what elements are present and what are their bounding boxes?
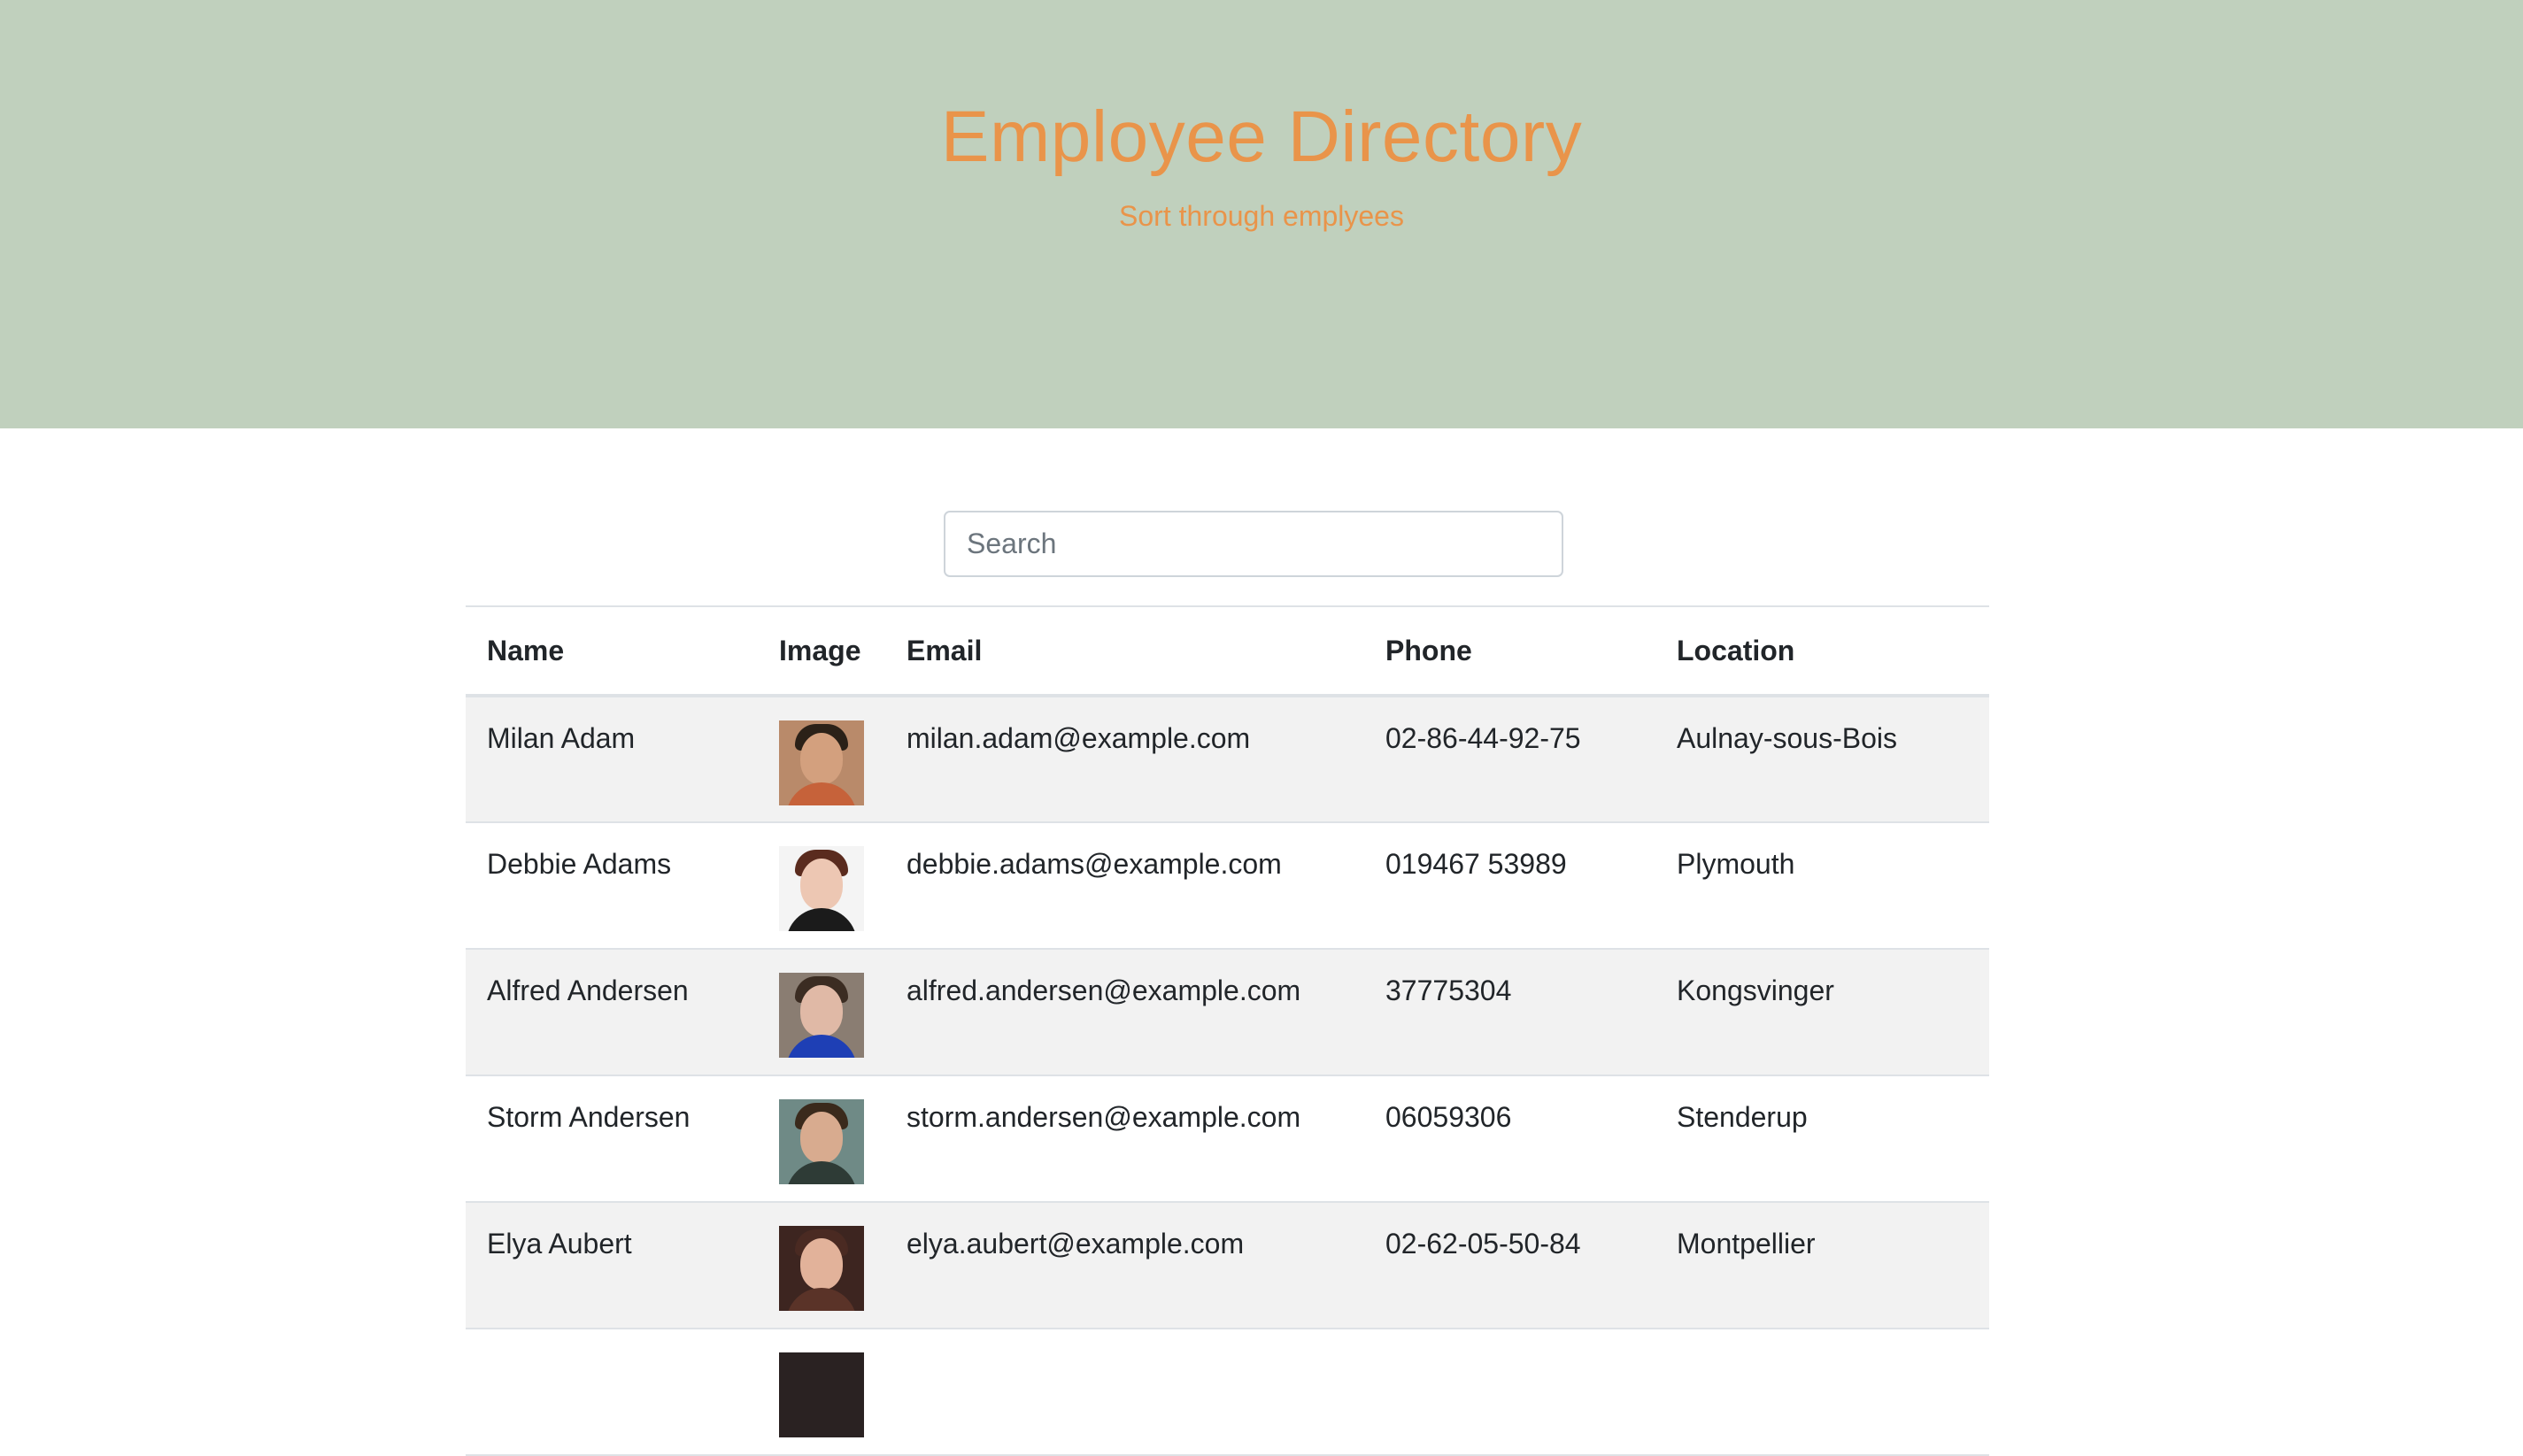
- column-header-location[interactable]: Location: [1655, 605, 1989, 697]
- employee-name: Debbie Adams: [487, 848, 672, 880]
- employee-phone: 37775304: [1385, 975, 1512, 1006]
- employee-phone: 02-62-05-50-84: [1385, 1228, 1581, 1260]
- page-subtitle: Sort through emplyees: [1119, 200, 1404, 232]
- employee-email: storm.andersen@example.com: [907, 1101, 1301, 1133]
- employee-location: Plymouth: [1677, 848, 1795, 880]
- employee-email: debbie.adams@example.com: [907, 848, 1282, 880]
- employee-name: Alfred Andersen: [487, 975, 689, 1006]
- column-header-phone[interactable]: Phone: [1364, 605, 1655, 697]
- employee-table: Name Image Email Phone Location Milan Ad…: [466, 605, 1989, 1456]
- table-row: Elya Aubert elya.aubert@example.com 02-6…: [466, 1202, 1989, 1329]
- employee-phone: 019467 53989: [1385, 848, 1567, 880]
- employee-email: milan.adam@example.com: [907, 722, 1251, 754]
- employee-location: Aulnay-sous-Bois: [1677, 722, 1897, 754]
- table-header-row: Name Image Email Phone Location: [466, 605, 1989, 697]
- column-header-name[interactable]: Name: [466, 605, 758, 697]
- avatar: [779, 846, 864, 931]
- page-header: Employee Directory Sort through emplyees: [0, 0, 2523, 428]
- table-row: Milan Adam milan.adam@example.com 02-86-…: [466, 696, 1989, 823]
- avatar: [779, 1099, 864, 1184]
- page-title: Employee Directory: [940, 96, 1583, 177]
- employee-name: Milan Adam: [487, 722, 636, 754]
- avatar: [779, 973, 864, 1058]
- search-input[interactable]: [944, 511, 1563, 577]
- employee-location: Montpellier: [1677, 1228, 1816, 1260]
- avatar: [779, 1352, 864, 1437]
- search-container: [944, 511, 1563, 577]
- table-row: Storm Andersen storm.andersen@example.co…: [466, 1075, 1989, 1203]
- employee-email: alfred.andersen@example.com: [907, 975, 1301, 1006]
- employee-phone: 02-86-44-92-75: [1385, 722, 1581, 754]
- column-header-email[interactable]: Email: [885, 605, 1364, 697]
- employee-location: Stenderup: [1677, 1101, 1808, 1133]
- avatar: [779, 1226, 864, 1311]
- employee-name: Storm Andersen: [487, 1101, 691, 1133]
- avatar: [779, 720, 864, 805]
- column-header-image: Image: [758, 605, 885, 697]
- table-row: Alfred Andersen alfred.andersen@example.…: [466, 949, 1989, 1076]
- table-row: [466, 1329, 1989, 1456]
- employee-name: Elya Aubert: [487, 1228, 632, 1260]
- table-row: Debbie Adams debbie.adams@example.com 01…: [466, 822, 1989, 950]
- employee-location: Kongsvinger: [1677, 975, 1834, 1006]
- employee-phone: 06059306: [1385, 1101, 1512, 1133]
- employee-email: elya.aubert@example.com: [907, 1228, 1245, 1260]
